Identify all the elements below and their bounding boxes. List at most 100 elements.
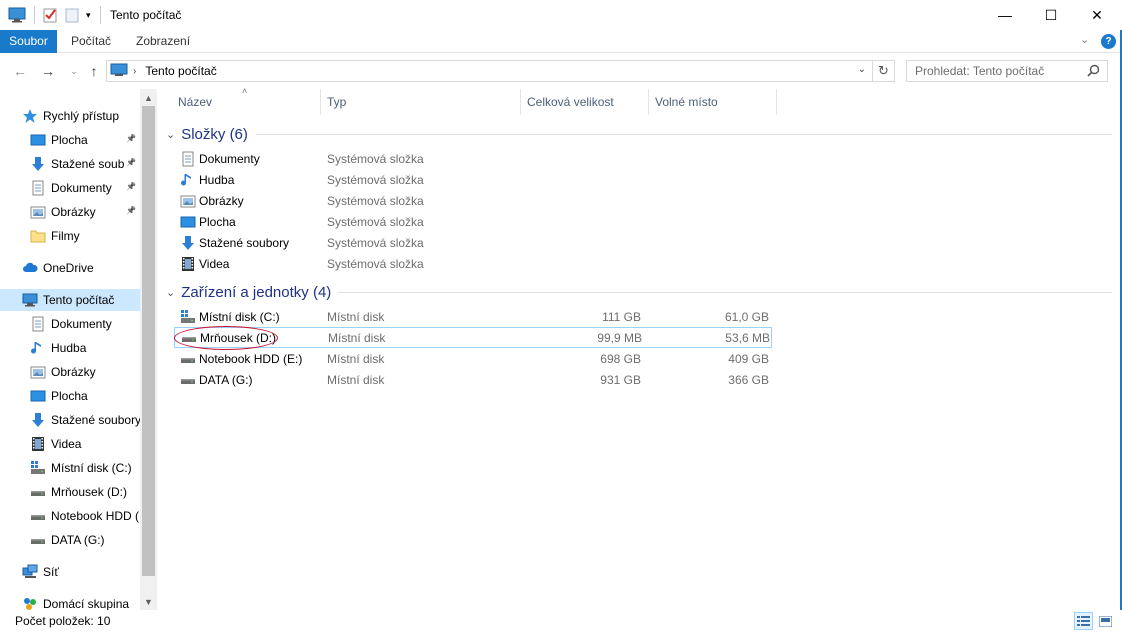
maximize-button[interactable]: ☐: [1028, 0, 1074, 30]
group-header[interactable]: ⌄ Zařízení a jednotky (4): [166, 280, 331, 304]
pin-icon[interactable]: 📌: [126, 182, 136, 192]
scroll-up-icon[interactable]: ▲: [140, 89, 157, 106]
breadcrumb-item[interactable]: Tento počítač: [145, 64, 216, 78]
item-type: Systémová složka: [327, 193, 424, 208]
properties-icon[interactable]: [42, 6, 58, 24]
item-type: Místní disk: [328, 330, 386, 345]
navigation-pane[interactable]: Rychlý přístup Plocha 📌 Stažené soub 📌 Dokume…: [0, 89, 158, 610]
drive-row[interactable]: Místní disk (C:) Místní disk 111 GB 61,0 GB: [174, 306, 772, 327]
large-icons-view-icon[interactable]: [1096, 612, 1115, 630]
back-arrow-icon[interactable]: ←: [10, 61, 30, 81]
item-total-size: 111 GB: [602, 309, 641, 324]
item-total-size: 931 GB: [600, 372, 641, 387]
drive-icon: [180, 372, 196, 388]
breadcrumb-chevron-icon[interactable]: ›: [133, 66, 136, 77]
scrollbar-thumb[interactable]: [142, 106, 155, 576]
item-free-space: 61,0 GB: [724, 309, 769, 324]
sidebar-item-label: Plocha: [51, 389, 88, 403]
sidebar-item[interactable]: Hudba: [0, 337, 140, 359]
column-header-total-size[interactable]: Celková velikost: [521, 89, 649, 115]
help-icon[interactable]: ?: [1101, 34, 1116, 49]
sidebar-item-label: Videa: [51, 437, 82, 451]
sidebar-item[interactable]: Rychlý přístup: [0, 105, 140, 127]
group-divider: [338, 292, 1112, 293]
new-folder-icon[interactable]: [64, 6, 80, 24]
pin-icon[interactable]: 📌: [126, 134, 136, 144]
folder-row[interactable]: Dokumenty Systémová složka: [174, 148, 772, 169]
item-name: Hudba: [199, 172, 235, 187]
search-input[interactable]: Prohledat: Tento počítač: [906, 60, 1108, 82]
sidebar-item[interactable]: Obrázky: [0, 361, 140, 383]
recent-locations-icon[interactable]: ⌄: [64, 61, 84, 81]
scroll-down-icon[interactable]: ▼: [140, 593, 157, 610]
drive-row[interactable]: Mrňousek (D:) Místní disk 99,9 MB 53,6 MB: [174, 327, 772, 348]
sidebar-item[interactable]: Síť: [0, 561, 140, 583]
sidebar-item-label: Síť: [43, 565, 59, 579]
computer-icon: [110, 63, 128, 80]
group-title: Složky (6): [181, 125, 248, 143]
pin-icon[interactable]: 📌: [126, 158, 136, 168]
folder-row[interactable]: Plocha Systémová složka: [174, 211, 772, 232]
folder-row[interactable]: Hudba Systémová složka: [174, 169, 772, 190]
tab-file[interactable]: Soubor: [0, 30, 57, 53]
desktop-icon: [30, 132, 46, 148]
tab-computer[interactable]: Počítač: [61, 30, 121, 53]
item-type: Místní disk: [327, 351, 385, 366]
group-header[interactable]: ⌄ Složky (6): [166, 122, 248, 146]
item-name: Obrázky: [199, 193, 244, 208]
collapse-chevron-icon[interactable]: ⌄: [166, 128, 175, 141]
sidebar-item[interactable]: OneDrive: [0, 257, 140, 279]
sidebar-item[interactable]: Místní disk (C:): [0, 457, 140, 479]
sidebar-item[interactable]: Videa: [0, 433, 140, 455]
sidebar-item[interactable]: Stažené soub 📌: [0, 153, 140, 175]
download-icon: [30, 156, 46, 172]
sidebar-item-label: Obrázky: [51, 365, 96, 379]
sidebar-item[interactable]: Dokumenty: [0, 313, 140, 335]
customize-toolbar-icon[interactable]: ▾: [86, 6, 91, 24]
sidebar-item[interactable]: Plocha: [0, 385, 140, 407]
sidebar-item-label: Filmy: [51, 229, 80, 243]
drive-row[interactable]: Notebook HDD (E:) Místní disk 698 GB 409 GB: [174, 348, 772, 369]
forward-arrow-icon[interactable]: →: [38, 61, 58, 81]
refresh-icon[interactable]: ↻: [873, 60, 895, 82]
sidebar-item-label: Dokumenty: [51, 181, 112, 195]
folder-row[interactable]: Stažené soubory Systémová složka: [174, 232, 772, 253]
sidebar-item[interactable]: Stažené soubory: [0, 409, 140, 431]
videos-icon: [180, 256, 196, 272]
sidebar-item[interactable]: DATA (G:): [0, 529, 140, 551]
sidebar-item-label: Dokumenty: [51, 317, 112, 331]
sidebar-item[interactable]: Tento počítač: [0, 289, 140, 311]
drive-icon: [30, 508, 46, 524]
folder-row[interactable]: Obrázky Systémová složka: [174, 190, 772, 211]
expand-ribbon-icon[interactable]: ⌄: [1080, 33, 1089, 46]
drive-row[interactable]: DATA (G:) Místní disk 931 GB 366 GB: [174, 369, 772, 390]
network-icon: [22, 564, 38, 580]
sidebar-scrollbar[interactable]: ▲ ▼: [140, 89, 157, 610]
item-name: Stažené soubory: [199, 235, 290, 250]
close-button[interactable]: ✕: [1074, 0, 1120, 30]
pin-icon[interactable]: 📌: [126, 206, 136, 216]
documents-icon: [180, 151, 196, 167]
collapse-chevron-icon[interactable]: ⌄: [166, 286, 175, 299]
column-header-type[interactable]: Typ: [321, 89, 521, 115]
folder-row[interactable]: Videa Systémová složka: [174, 253, 772, 274]
column-header-free-space[interactable]: Volné místo: [649, 89, 777, 115]
address-dropdown-icon[interactable]: ⌄: [858, 64, 866, 75]
sidebar-item-label: Plocha: [51, 133, 88, 147]
tab-view[interactable]: Zobrazení: [126, 30, 200, 53]
sidebar-item[interactable]: Filmy: [0, 225, 140, 247]
sidebar-item[interactable]: Domácí skupina: [0, 593, 140, 610]
item-type: Systémová složka: [327, 214, 424, 229]
sidebar-item[interactable]: Dokumenty 📌: [0, 177, 140, 199]
sidebar-item[interactable]: Obrázky 📌: [0, 201, 140, 223]
sidebar-item[interactable]: Plocha 📌: [0, 129, 140, 151]
minimize-button[interactable]: —: [982, 0, 1028, 30]
sidebar-item-label: Notebook HDD (: [51, 509, 140, 523]
details-view-icon[interactable]: [1074, 612, 1093, 630]
item-type: Místní disk: [327, 309, 385, 324]
up-arrow-icon[interactable]: ↑: [84, 61, 104, 81]
file-list[interactable]: Název ˄ Typ Celková velikost Volné místo…: [158, 86, 1122, 610]
sidebar-item[interactable]: Mrňousek (D:): [0, 481, 140, 503]
address-bar[interactable]: › Tento počítač ⌄: [106, 60, 873, 82]
sidebar-item[interactable]: Notebook HDD (: [0, 505, 140, 527]
